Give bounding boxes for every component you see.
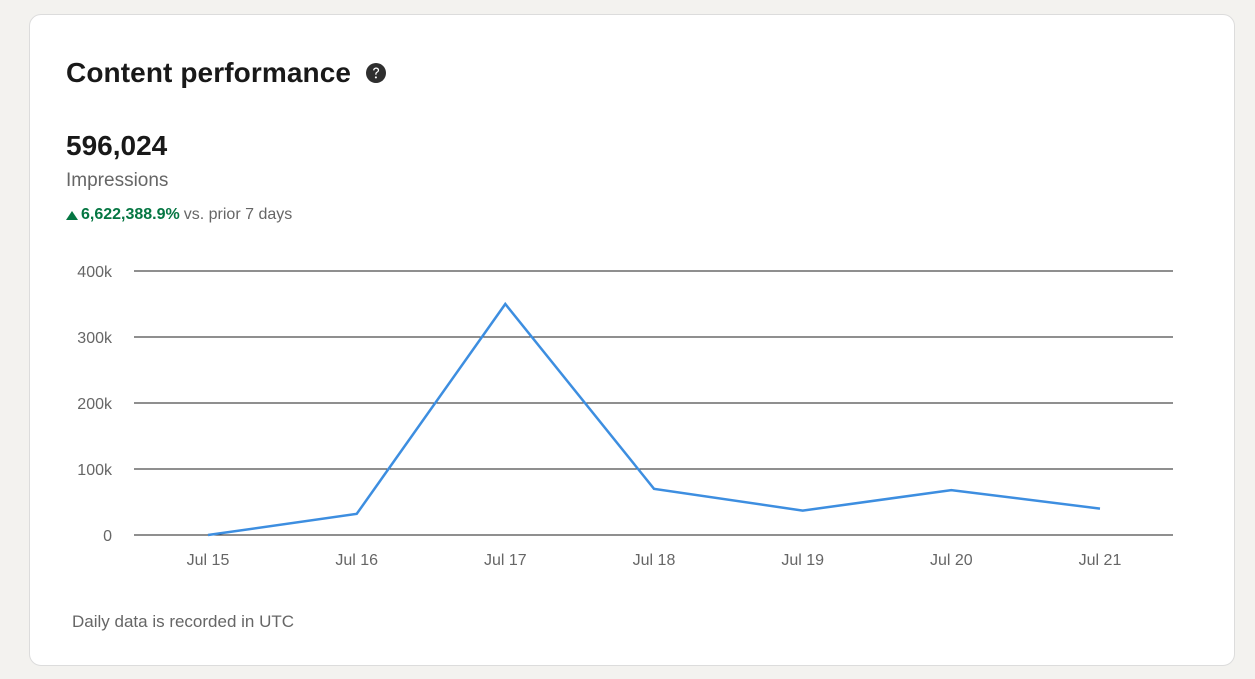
x-tick-label: Jul 21 bbox=[1079, 552, 1122, 569]
x-tick-label: Jul 18 bbox=[633, 552, 676, 569]
utc-footnote: Daily data is recorded in UTC bbox=[72, 612, 295, 631]
y-tick-label: 200k bbox=[77, 396, 113, 413]
y-tick-label: 0 bbox=[103, 528, 112, 545]
y-tick-label: 100k bbox=[77, 462, 113, 479]
impressions-series-line[interactable] bbox=[207, 301, 1101, 537]
x-tick-label: Jul 15 bbox=[187, 552, 230, 569]
content-performance-card: Content performance 596,024 Impressions … bbox=[29, 14, 1235, 666]
x-axis-ticks: Jul 15 Jul 16 Jul 17 Jul 18 Jul 19 Jul 20 Jul … bbox=[187, 552, 1122, 569]
x-tick-label: Jul 19 bbox=[781, 552, 824, 569]
x-tick-label: Jul 17 bbox=[484, 552, 527, 569]
y-tick-label: 400k bbox=[77, 264, 113, 281]
y-axis-ticks: 0 100k 200k 300k 400k bbox=[77, 264, 113, 545]
x-tick-label: Jul 20 bbox=[930, 552, 973, 569]
impressions-line-chart: 0100k200k300k400k Jul 15 Jul 16 Jul 17 Jul … bbox=[77, 264, 1173, 569]
x-tick-label: Jul 16 bbox=[335, 552, 378, 569]
grid-lines bbox=[134, 270, 1173, 536]
series-layer bbox=[207, 301, 1101, 537]
y-tick-label: 300k bbox=[77, 330, 113, 347]
